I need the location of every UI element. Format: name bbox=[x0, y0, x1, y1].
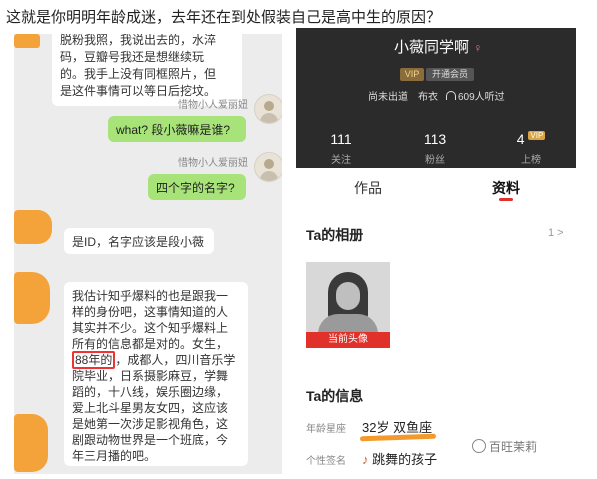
album-title: Ta的相册 bbox=[306, 227, 364, 243]
following-label: 关注 bbox=[331, 155, 351, 166]
sender-name: 惜物小人爱丽妞 bbox=[178, 158, 248, 169]
tab-profile[interactable]: 资料 bbox=[492, 178, 520, 198]
female-icon: ♀ bbox=[473, 41, 483, 55]
message-line: 所有的信息都是对的。女生， bbox=[72, 337, 229, 351]
fans-label: 粉丝 bbox=[425, 155, 445, 166]
meta-status: 尚未出道 bbox=[368, 92, 408, 103]
signature-value: ♪ 跳舞的孩子 bbox=[362, 449, 437, 468]
dancer-icon: ♪ bbox=[362, 452, 369, 467]
top-line-3: 的。我手上没有同框照片，但 bbox=[60, 67, 217, 81]
message-line: ，成都人，四川音乐学 bbox=[115, 353, 236, 367]
message-line: 年三月播的吧。 bbox=[72, 449, 157, 463]
fans-count[interactable]: 113 bbox=[410, 131, 460, 147]
vip-badge: VIP bbox=[400, 68, 424, 81]
message-line: 样的身份吧，这事情知道的人 bbox=[72, 305, 229, 319]
redaction-mark bbox=[14, 272, 50, 324]
headphone-icon bbox=[446, 91, 456, 100]
rank-count-text: 4 bbox=[516, 131, 525, 147]
received-message-bubble: 我估计知乎爆料的也是跟我一 样的身份吧，这事情知道的人 其实并不少。这个知乎爆料… bbox=[64, 282, 248, 466]
message-line: 其实并不少。这个知乎爆料上 bbox=[72, 321, 229, 335]
received-message-bubble: 是ID，名字应该是段小薇 bbox=[64, 228, 214, 254]
wechat-icon bbox=[472, 439, 486, 453]
message-line: 是她第一次涉足影视角色，这 bbox=[72, 417, 229, 431]
signature-text: 跳舞的孩子 bbox=[372, 452, 438, 467]
redaction-mark bbox=[14, 210, 52, 244]
sent-message-bubble: 四个字的名字? bbox=[148, 174, 246, 200]
age-value: 32岁 双鱼座 bbox=[362, 420, 433, 435]
rank-label: 上榜 bbox=[521, 155, 541, 166]
following-count[interactable]: 111 bbox=[316, 131, 366, 147]
signature-key: 个性签名 bbox=[306, 456, 346, 467]
redaction-mark bbox=[14, 414, 48, 472]
highlight-box: 88年的 bbox=[72, 351, 116, 369]
meta-role: 布衣 bbox=[418, 92, 438, 103]
info-title: Ta的信息 bbox=[306, 388, 364, 404]
watermark-text: 百旺茉莉 bbox=[489, 440, 538, 454]
message-text: 是ID，名字应该是段小薇 bbox=[72, 235, 205, 249]
avatar bbox=[254, 152, 282, 182]
watermark: 百旺茉莉 bbox=[472, 438, 537, 455]
meta-listeners-text: 609人听过 bbox=[458, 92, 505, 103]
chat-screenshot: 脱粉我照，我说出去的，水淬 码，豆瓣号我还是想继续玩 的。我手上没有同框照片，但… bbox=[14, 34, 282, 474]
top-line-1: 脱粉我照，我说出去的，水淬 bbox=[60, 34, 217, 47]
tab-works[interactable]: 作品 bbox=[354, 178, 382, 198]
message-line: 爱上北斗星男友女四，这应该 bbox=[72, 401, 229, 415]
profile-name-text: 小薇同学啊 bbox=[394, 39, 470, 56]
message-line: 我估计知乎爆料的也是跟我一 bbox=[72, 289, 229, 303]
message-line: 蹈的，十八线，娱乐圈边缘， bbox=[72, 385, 229, 399]
age-key: 年龄星座 bbox=[306, 424, 346, 435]
headline: 这就是你明明年龄成迷，去年还在到处假装自己是高中生的原因？ bbox=[6, 9, 442, 26]
profile-header: 小薇同学啊 ♀ VIP 开通会员 尚未出道 布衣 609人听过 111 关注 1… bbox=[296, 28, 576, 168]
message-line: 剧跟动物世界是一个班底，今 bbox=[72, 433, 229, 447]
open-vip-button[interactable]: 开通会员 bbox=[426, 68, 474, 81]
profile-name: 小薇同学啊 ♀ bbox=[394, 36, 482, 57]
rank-count[interactable]: 4 VIP bbox=[506, 131, 556, 147]
message-line: 院毕业，日系摄影麻豆，学舞 bbox=[72, 369, 229, 383]
album-count-link[interactable]: 1 > bbox=[548, 227, 564, 239]
sent-message-bubble: what? 段小薇嘛是谁? bbox=[108, 116, 246, 142]
message-text: 四个字的名字? bbox=[156, 181, 235, 195]
rank-vip-badge: VIP bbox=[528, 131, 546, 140]
redaction-mark bbox=[14, 34, 40, 48]
top-line-2: 码，豆瓣号我还是想继续玩 bbox=[60, 50, 205, 64]
meta-listeners: 609人听过 bbox=[446, 88, 505, 103]
avatar bbox=[254, 94, 282, 124]
current-avatar-label: 当前头像 bbox=[306, 332, 390, 348]
profile-screenshot: 小薇同学啊 ♀ VIP 开通会员 尚未出道 布衣 609人听过 111 关注 1… bbox=[296, 28, 576, 476]
message-text: what? 段小薇嘛是谁? bbox=[116, 123, 231, 137]
sender-name: 惜物小人爱丽妞 bbox=[178, 100, 248, 111]
message-line-highlight: 88年的 ，成都人，四川音乐学 bbox=[72, 351, 240, 369]
active-tab-indicator bbox=[499, 198, 513, 201]
